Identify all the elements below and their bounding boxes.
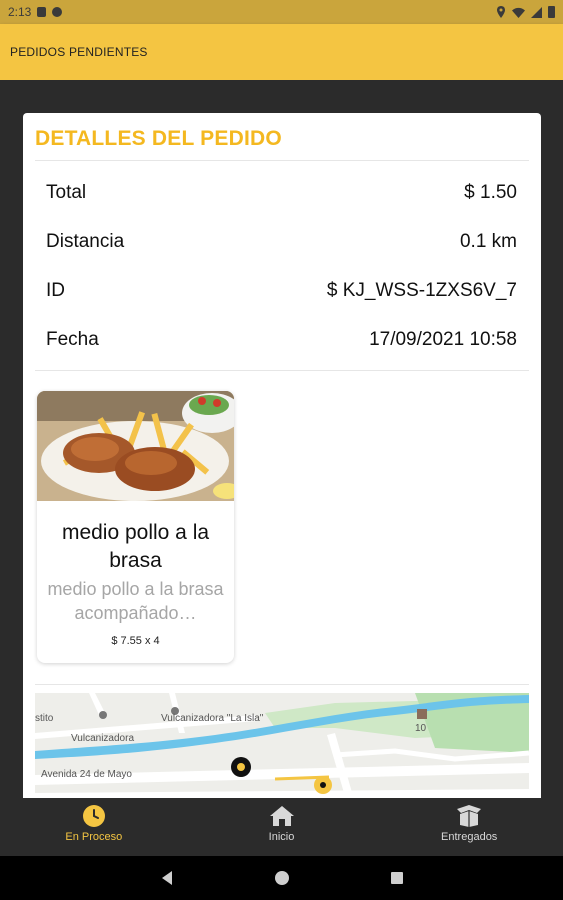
row-value: 17/09/2021 10:58 bbox=[369, 329, 517, 350]
divider bbox=[35, 684, 529, 685]
status-time: 2:13 bbox=[8, 5, 32, 19]
nav-item-entregados[interactable]: Entregados bbox=[375, 798, 563, 856]
map-label: Vulcanizadora bbox=[71, 733, 135, 744]
app-bar: PEDIDOS PENDIENTES bbox=[0, 24, 563, 80]
product-description: medio pollo a la brasa acompañado… bbox=[47, 579, 224, 623]
app-bar-title: PEDIDOS PENDIENTES bbox=[10, 45, 148, 59]
row-value: $ KJ_WSS-1ZXS6V_7 bbox=[326, 280, 517, 301]
home-circle-icon[interactable] bbox=[274, 870, 290, 886]
home-icon bbox=[269, 806, 294, 826]
order-details-card: DETALLES DEL PEDIDO Total $ 1.50 Distanc… bbox=[23, 113, 541, 803]
nav-label: Inicio bbox=[268, 831, 295, 843]
row-value: $ 1.50 bbox=[464, 182, 517, 203]
back-icon[interactable] bbox=[160, 870, 174, 886]
nav-label: En Proceso bbox=[65, 831, 123, 843]
row-total: Total $ 1.50 bbox=[46, 182, 517, 204]
signal-icon bbox=[531, 6, 542, 18]
row-label: Distancia bbox=[46, 231, 125, 252]
order-details-title: DETALLES DEL PEDIDO bbox=[35, 127, 282, 150]
map-label: Avenida 24 de Mayo bbox=[41, 769, 132, 780]
roast-chicken-photo bbox=[37, 391, 234, 501]
status-bar: 2:13 bbox=[0, 0, 563, 24]
product-price: $ 7.55 x 4 bbox=[111, 635, 160, 647]
location-icon bbox=[497, 6, 505, 18]
map-label: stito bbox=[35, 713, 54, 724]
row-label: Total bbox=[46, 182, 87, 203]
map-view[interactable]: stito Vulcanizadora "La Isla" Vulcanizad… bbox=[35, 693, 529, 803]
wifi-icon bbox=[512, 7, 525, 18]
row-label: ID bbox=[46, 280, 65, 301]
content-area[interactable]: DETALLES DEL PEDIDO Total $ 1.50 Distanc… bbox=[0, 80, 563, 803]
nav-item-inicio[interactable]: Inicio bbox=[188, 798, 376, 856]
nav-item-en-proceso[interactable]: En Proceso bbox=[0, 798, 188, 856]
box-icon bbox=[457, 805, 482, 827]
map-label: Vulcanizadora "La Isla" bbox=[161, 713, 264, 724]
row-value: 0.1 km bbox=[459, 231, 517, 252]
clock-icon bbox=[82, 805, 105, 827]
recents-icon[interactable] bbox=[390, 871, 404, 885]
system-nav-bar bbox=[0, 856, 563, 900]
sim-icon bbox=[37, 7, 47, 17]
divider bbox=[35, 160, 529, 161]
product-name: medio pollo a la brasa bbox=[61, 521, 210, 572]
row-date: Fecha 17/09/2021 10:58 bbox=[46, 329, 517, 351]
battery-icon bbox=[548, 6, 555, 18]
map-label: 10 bbox=[415, 723, 427, 734]
product-card[interactable]: medio pollo a la brasa medio pollo a la … bbox=[37, 391, 234, 663]
vpn-icon bbox=[52, 7, 63, 17]
row-distance: Distancia 0.1 km bbox=[46, 231, 517, 253]
divider bbox=[35, 370, 529, 371]
row-id: ID $ KJ_WSS-1ZXS6V_7 bbox=[46, 280, 517, 302]
row-label: Fecha bbox=[46, 329, 99, 350]
bottom-nav: En Proceso Inicio Entregados bbox=[0, 798, 563, 856]
nav-label: Entregados bbox=[441, 831, 498, 843]
